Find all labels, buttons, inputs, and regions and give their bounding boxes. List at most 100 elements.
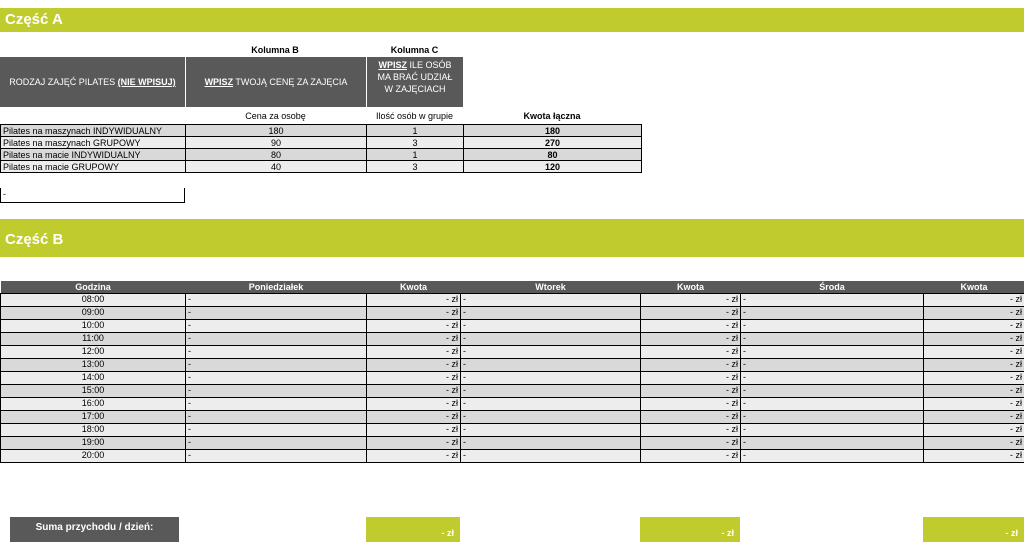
wednesday-class-cell[interactable]: -: [740, 409, 924, 424]
monday-class-cell[interactable]: -: [185, 292, 367, 307]
header-amount-tuesday: Kwota: [640, 281, 741, 293]
tuesday-class-cell[interactable]: -: [460, 383, 641, 398]
hour-cell: 08:00: [0, 292, 186, 307]
people-cell[interactable]: 1: [366, 124, 464, 137]
tuesday-class-cell[interactable]: -: [460, 396, 641, 411]
monday-amount-cell: - zł: [366, 383, 461, 398]
tuesday-class-cell[interactable]: -: [460, 292, 641, 307]
header-hour: Godzina: [0, 281, 186, 293]
hour-cell: 13:00: [0, 357, 186, 372]
hour-cell: 16:00: [0, 396, 186, 411]
monday-class-cell[interactable]: -: [185, 370, 367, 385]
header-people-line3: W ZAJĘCIACH: [384, 84, 446, 94]
price-cell[interactable]: 180: [185, 124, 367, 137]
monday-amount-cell: - zł: [366, 370, 461, 385]
tuesday-class-cell[interactable]: -: [460, 448, 641, 463]
wednesday-class-cell[interactable]: -: [740, 396, 924, 411]
monday-class-cell[interactable]: -: [185, 448, 367, 463]
monday-class-cell[interactable]: -: [185, 344, 367, 359]
wednesday-class-cell[interactable]: -: [740, 357, 924, 372]
wednesday-amount-cell: - zł: [923, 318, 1024, 333]
monday-class-cell[interactable]: -: [185, 357, 367, 372]
schedule-row: 10:00- - zł - - zł - - zł: [0, 318, 1024, 333]
tuesday-class-cell[interactable]: -: [460, 344, 641, 359]
monday-class-cell[interactable]: -: [185, 396, 367, 411]
column-c-title: Kolumna C: [390, 45, 439, 55]
total-cell: 120: [463, 160, 642, 173]
wednesday-amount-cell: - zł: [923, 292, 1024, 307]
wednesday-class-cell[interactable]: -: [740, 305, 924, 320]
tuesday-class-cell[interactable]: -: [460, 357, 641, 372]
tuesday-class-cell[interactable]: -: [460, 370, 641, 385]
monday-class-cell[interactable]: -: [185, 331, 367, 346]
header-type-text: RODZAJ ZAJĘĆ PILATES: [9, 77, 116, 87]
wednesday-class-cell[interactable]: -: [740, 370, 924, 385]
table-row: Pilates na macie INDYWIDUALNY 80 1 80: [0, 148, 642, 161]
tuesday-class-cell[interactable]: -: [460, 409, 641, 424]
blank-row-cell[interactable]: -: [0, 188, 185, 203]
hour-cell: 20:00: [0, 448, 186, 463]
tuesday-class-cell[interactable]: -: [460, 331, 641, 346]
header-divider: [463, 57, 464, 107]
tuesday-amount-cell: - zł: [640, 435, 741, 450]
hour-cell: 14:00: [0, 370, 186, 385]
price-cell[interactable]: 40: [185, 160, 367, 173]
tuesday-amount-cell: - zł: [640, 370, 741, 385]
monday-class-cell[interactable]: -: [185, 435, 367, 450]
total-cell: 180: [463, 124, 642, 137]
class-name: Pilates na maszynach INDYWIDUALNY: [0, 124, 186, 137]
part-a-title: Część A: [5, 11, 63, 28]
tuesday-sum: - zł: [640, 517, 740, 542]
wednesday-class-cell[interactable]: -: [740, 344, 924, 359]
tuesday-class-cell[interactable]: -: [460, 422, 641, 437]
part-b-banner: Część B: [0, 219, 1024, 257]
table-row: Pilates na maszynach GRUPOWY 90 3 270: [0, 136, 642, 149]
monday-amount-cell: - zł: [366, 305, 461, 320]
price-cell[interactable]: 90: [185, 136, 367, 149]
wednesday-class-cell[interactable]: -: [740, 331, 924, 346]
people-cell[interactable]: 1: [366, 148, 464, 161]
class-name: Pilates na macie GRUPOWY: [0, 160, 186, 173]
wednesday-class-cell[interactable]: -: [740, 383, 924, 398]
tuesday-amount-cell: - zł: [640, 422, 741, 437]
tuesday-class-cell[interactable]: -: [460, 305, 641, 320]
header-amount-monday: Kwota: [366, 281, 461, 293]
wednesday-class-cell[interactable]: -: [740, 448, 924, 463]
hour-cell: 17:00: [0, 409, 186, 424]
wednesday-amount-cell: - zł: [923, 357, 1024, 372]
monday-amount-cell: - zł: [366, 318, 461, 333]
part-b-title: Część B: [5, 231, 64, 248]
wednesday-amount-cell: - zł: [923, 409, 1024, 424]
wednesday-amount-cell: - zł: [923, 370, 1024, 385]
schedule-table: Godzina Poniedziałek Kwota Wtorek Kwota …: [0, 281, 1024, 463]
people-cell[interactable]: 3: [366, 136, 464, 149]
monday-class-cell[interactable]: -: [185, 422, 367, 437]
schedule-row: 08:00- - zł - - zł - - zł: [0, 292, 1024, 307]
wednesday-class-cell[interactable]: -: [740, 422, 924, 437]
wednesday-amount-cell: - zł: [923, 331, 1024, 346]
schedule-row: 12:00- - zł - - zł - - zł: [0, 344, 1024, 359]
monday-class-cell[interactable]: -: [185, 318, 367, 333]
schedule-body: 08:00- - zł - - zł - - zł 09:00- - zł - - zł - - zł…: [0, 292, 1024, 463]
schedule-header-row: Godzina Poniedziałek Kwota Wtorek Kwota …: [0, 281, 1024, 293]
tuesday-amount-cell: - zł: [640, 305, 741, 320]
people-cell[interactable]: 3: [366, 160, 464, 173]
class-name: Pilates na macie INDYWIDUALNY: [0, 148, 186, 161]
tuesday-class-cell[interactable]: -: [460, 435, 641, 450]
header-people-line2: MA BRAĆ UDZIAŁ: [377, 72, 453, 82]
wednesday-class-cell[interactable]: -: [740, 435, 924, 450]
hour-cell: 15:00: [0, 383, 186, 398]
tuesday-amount-cell: - zł: [640, 448, 741, 463]
price-cell[interactable]: 80: [185, 148, 367, 161]
tuesday-class-cell[interactable]: -: [460, 318, 641, 333]
monday-class-cell[interactable]: -: [185, 305, 367, 320]
total-cell: 270: [463, 136, 642, 149]
table-row: Pilates na maszynach INDYWIDUALNY 180 1 …: [0, 124, 642, 137]
monday-amount-cell: - zł: [366, 396, 461, 411]
wednesday-class-cell[interactable]: -: [740, 292, 924, 307]
wednesday-class-cell[interactable]: -: [740, 318, 924, 333]
monday-amount-cell: - zł: [366, 435, 461, 450]
monday-class-cell[interactable]: -: [185, 409, 367, 424]
monday-class-cell[interactable]: -: [185, 383, 367, 398]
wednesday-amount-cell: - zł: [923, 344, 1024, 359]
